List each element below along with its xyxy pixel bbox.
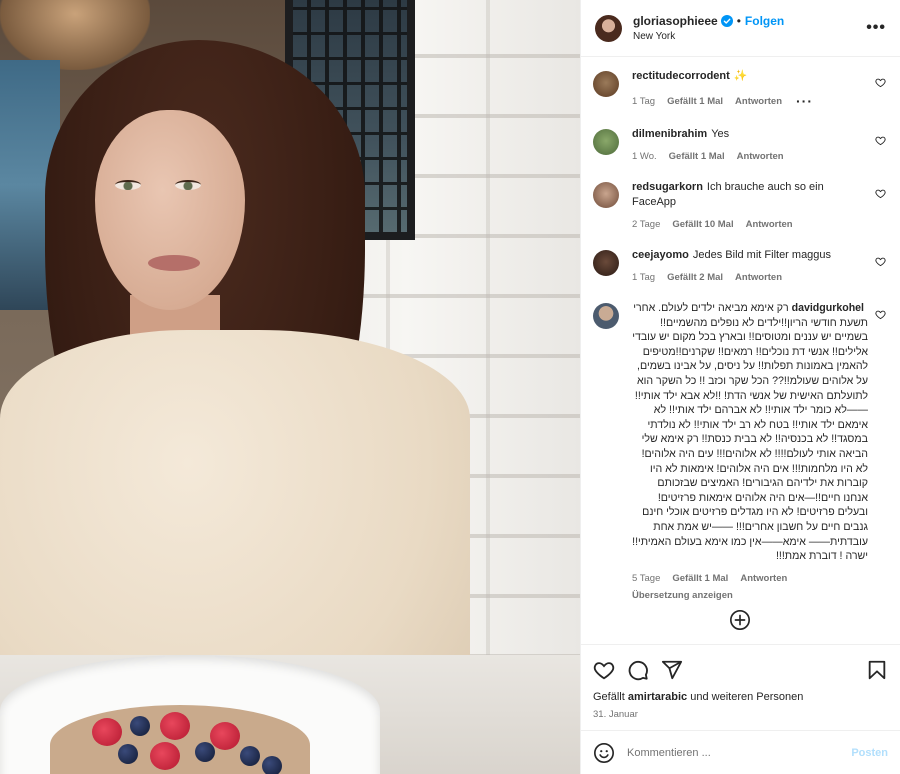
comment-username[interactable]: davidgurkohel (792, 302, 864, 314)
comment-text: Jedes Bild mit Filter maggus (692, 249, 832, 261)
avatar[interactable] (593, 129, 619, 155)
heart-icon[interactable] (875, 135, 886, 146)
likes-summary: Gefällt amirtarabic und weiteren Persone… (593, 691, 804, 703)
header-line: gloriasophieee • Folgen (633, 14, 866, 28)
blueberry (195, 742, 215, 762)
blueberry (130, 716, 150, 736)
eye-right (175, 180, 201, 190)
comment-likes[interactable]: Gefällt 1 Mal (672, 573, 728, 584)
comment-username[interactable]: rectitudecorrodent (632, 70, 730, 82)
avatar[interactable] (593, 303, 619, 329)
comment-item: redsugarkorn Ich brauche auch so ein Face… (593, 180, 886, 230)
raspberry (150, 742, 180, 770)
reply-button[interactable]: Antworten (746, 219, 793, 230)
location-link[interactable]: New York (633, 31, 866, 42)
post-comment-button[interactable]: Posten (851, 747, 888, 759)
blueberry (262, 756, 282, 774)
avatar[interactable] (593, 250, 619, 276)
blueberry (118, 744, 138, 764)
comment-time[interactable]: 1 Tag (632, 96, 655, 107)
like-heart-icon[interactable] (593, 659, 615, 681)
separator-dot: • (736, 14, 741, 28)
heart-icon[interactable] (875, 188, 886, 199)
heart-icon[interactable] (875, 309, 886, 320)
comment-username[interactable]: ceejayomo (632, 249, 689, 261)
comment-time[interactable]: 1 Tag (632, 272, 655, 283)
heart-icon[interactable] (875, 256, 886, 267)
avatar[interactable] (593, 71, 619, 97)
comment-username[interactable]: dilmenibrahim (632, 128, 707, 140)
post-actions: Gefällt amirtarabic und weiteren Persone… (581, 644, 900, 730)
comment-more-icon[interactable]: ··· (796, 93, 813, 109)
emoji-icon[interactable] (593, 742, 615, 764)
comment-username[interactable]: redsugarkorn (632, 181, 703, 193)
verified-badge-icon (720, 15, 733, 27)
heart-icon[interactable] (875, 77, 886, 88)
bookmark-icon[interactable] (866, 659, 888, 681)
comment-text: ✨ (733, 70, 748, 82)
comment-likes[interactable]: Gefällt 2 Mal (667, 272, 723, 283)
avatar[interactable] (593, 182, 619, 208)
share-send-icon[interactable] (661, 659, 683, 681)
comment-likes[interactable]: Gefällt 10 Mal (672, 219, 733, 230)
comment-item: dilmenibrahim Yes 1 Wo. Gefällt 1 Mal Ant… (593, 127, 886, 162)
raspberry (210, 722, 240, 750)
reply-button[interactable]: Antworten (737, 151, 784, 162)
eye-left (115, 180, 141, 190)
add-comment-bar: Posten (581, 730, 900, 774)
blueberry (240, 746, 260, 766)
header-info: gloriasophieee • Folgen New York (633, 14, 866, 42)
post-photo[interactable] (0, 0, 580, 774)
comment-time[interactable]: 2 Tage (632, 219, 660, 230)
comment-likes[interactable]: Gefällt 1 Mal (667, 96, 723, 107)
post-side-panel: gloriasophieee • Folgen New York ••• rec… (580, 0, 900, 774)
likes-username[interactable]: amirtarabic (628, 691, 687, 703)
see-translation-link[interactable]: Übersetzung anzeigen (632, 590, 868, 601)
post-header: gloriasophieee • Folgen New York ••• (581, 0, 900, 57)
load-more-comments[interactable] (593, 609, 886, 631)
lips-shape (148, 255, 200, 271)
avatar[interactable] (595, 14, 622, 42)
author-username[interactable]: gloriasophieee (633, 14, 718, 28)
reply-button[interactable]: Antworten (740, 573, 787, 584)
raspberry (160, 712, 190, 740)
raspberry (92, 718, 122, 746)
comment-likes[interactable]: Gefällt 1 Mal (669, 151, 725, 162)
post-date[interactable]: 31. Januar (593, 709, 888, 720)
comment-item: ceejayomo Jedes Bild mit Filter maggus 1 … (593, 248, 886, 283)
comment-item: rectitudecorrodent ✨ 1 Tag Gefällt 1 Mal … (593, 69, 886, 109)
more-options-button[interactable]: ••• (866, 19, 886, 37)
reply-button[interactable]: Antworten (735, 96, 782, 107)
comment-item: davidgurkohel רק אימא מביאה ילדים לעולם.… (593, 301, 886, 601)
reply-button[interactable]: Antworten (735, 272, 782, 283)
comment-time[interactable]: 5 Tage (632, 573, 660, 584)
comment-text: Yes (711, 128, 730, 140)
plus-circle-icon[interactable] (729, 609, 751, 631)
comment-time[interactable]: 1 Wo. (632, 151, 657, 162)
follow-button[interactable]: Folgen (745, 14, 784, 28)
comment-list: rectitudecorrodent ✨ 1 Tag Gefällt 1 Mal … (581, 57, 900, 644)
comment-text: רק אימא מביאה ילדים לעולם. אחרי תשעת חוד… (632, 302, 868, 563)
comment-input[interactable] (627, 746, 852, 759)
post-dialog: gloriasophieee • Folgen New York ••• rec… (0, 0, 900, 774)
comment-bubble-icon[interactable] (627, 659, 649, 681)
